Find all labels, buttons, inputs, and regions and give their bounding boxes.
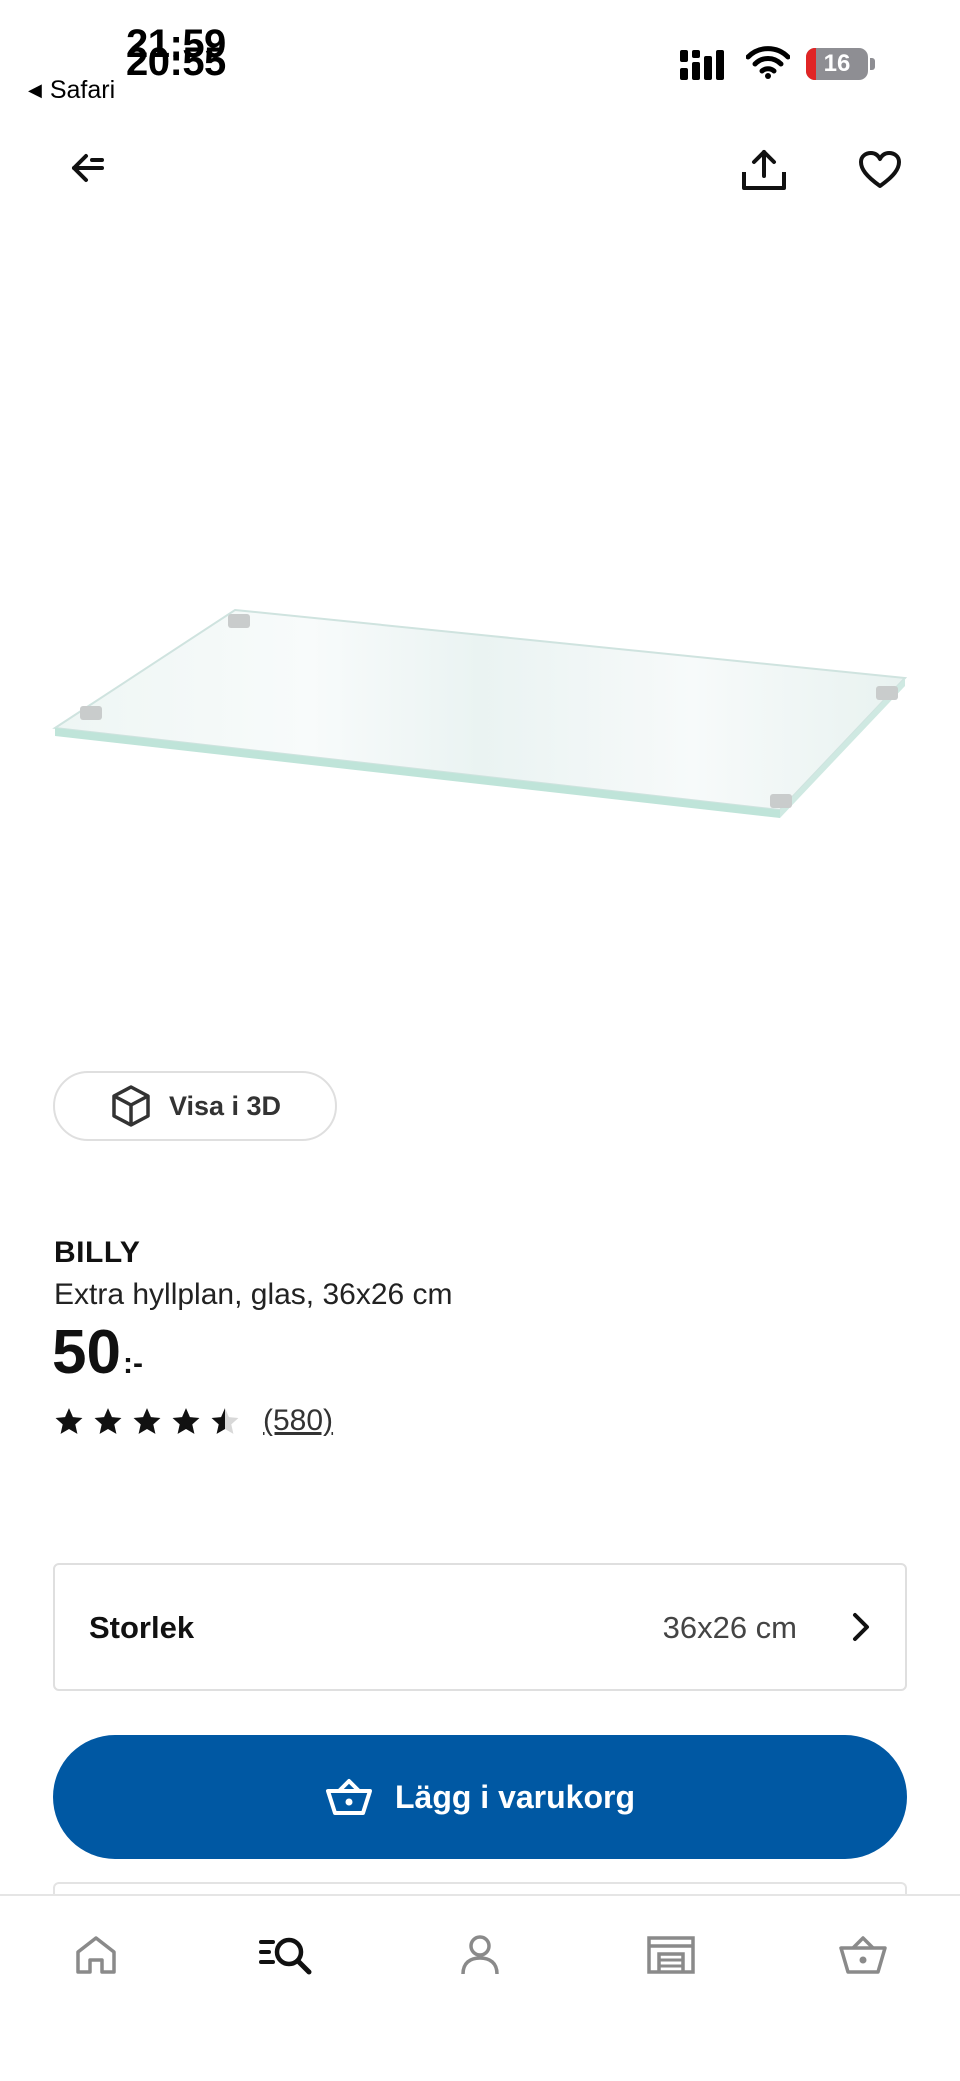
back-app-label: Safari bbox=[49, 76, 116, 104]
rating-star-icon bbox=[55, 1408, 83, 1434]
nav-home[interactable] bbox=[61, 1924, 131, 1986]
cube-3d-icon bbox=[112, 1085, 150, 1127]
back-arrow-icon bbox=[72, 154, 104, 182]
product-description: Extra hyllplan, glas, 36x26 cm bbox=[54, 1278, 453, 1311]
back-triangle-icon: ◀ bbox=[28, 80, 42, 100]
add-to-cart-label: Lägg i varukorg bbox=[394, 1778, 636, 1815]
search-icon bbox=[259, 1937, 312, 1975]
product-image[interactable] bbox=[40, 590, 920, 850]
share-button[interactable] bbox=[732, 138, 796, 202]
nav-search[interactable] bbox=[252, 1924, 322, 1986]
rating-stars bbox=[54, 1407, 240, 1435]
product-price: 50:- bbox=[52, 1318, 143, 1399]
nav-stores[interactable] bbox=[636, 1924, 706, 1986]
add-to-cart-button[interactable]: Lägg i varukorg bbox=[53, 1735, 907, 1859]
profile-icon bbox=[461, 1935, 499, 1975]
product-brand: BILLY bbox=[54, 1236, 141, 1269]
cellular-signal-icon bbox=[680, 50, 724, 80]
view-in-3d-button[interactable]: Visa i 3D bbox=[53, 1071, 337, 1141]
back-button[interactable] bbox=[56, 136, 120, 200]
size-value: 36x26 cm bbox=[662, 1610, 797, 1645]
price-suffix: :- bbox=[122, 1347, 143, 1380]
view-in-3d-label: Visa i 3D bbox=[168, 1090, 282, 1121]
nav-cart[interactable] bbox=[828, 1924, 898, 1986]
favorite-button[interactable] bbox=[848, 138, 912, 202]
wifi-icon bbox=[746, 46, 790, 79]
size-selector[interactable]: Storlek 36x26 cm bbox=[53, 1563, 907, 1691]
basket-icon bbox=[325, 1779, 372, 1815]
share-icon bbox=[742, 150, 786, 190]
battery-level: 16 bbox=[823, 50, 851, 77]
size-label: Storlek bbox=[89, 1610, 195, 1645]
rating-star-icon bbox=[133, 1408, 161, 1434]
cart-icon bbox=[839, 1936, 887, 1974]
product-rating: (580) bbox=[54, 1404, 333, 1438]
store-icon bbox=[647, 1936, 695, 1974]
chevron-right-icon bbox=[853, 1613, 869, 1641]
rating-star-icon bbox=[211, 1408, 239, 1434]
rating-star-icon bbox=[94, 1408, 122, 1434]
battery-tip bbox=[870, 58, 875, 70]
battery-indicator: 16 bbox=[806, 48, 868, 80]
home-icon bbox=[76, 1936, 116, 1974]
bottom-navigation bbox=[0, 1894, 960, 2081]
back-to-app-link[interactable]: ◀ Safari bbox=[28, 76, 115, 105]
status-time-secondary: 20:55 bbox=[126, 40, 226, 84]
heart-icon bbox=[859, 151, 901, 188]
price-value: 50 bbox=[52, 1318, 121, 1387]
nav-profile[interactable] bbox=[445, 1924, 515, 1986]
rating-star-icon bbox=[172, 1408, 200, 1434]
review-count-link[interactable]: (580) bbox=[263, 1404, 333, 1438]
